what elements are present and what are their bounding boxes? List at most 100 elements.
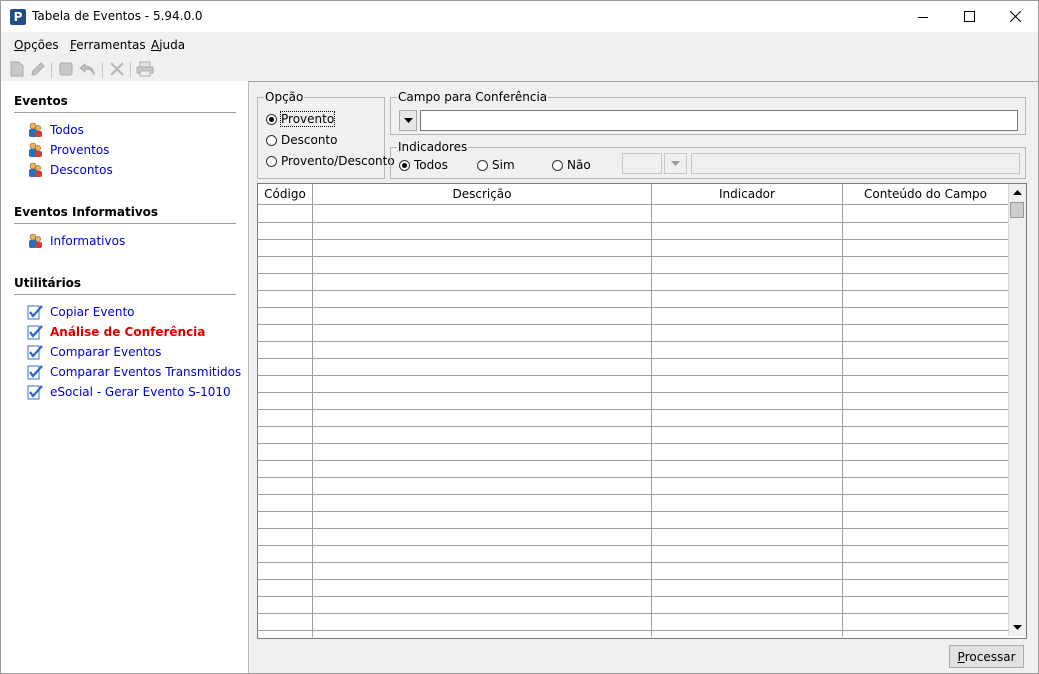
events-grid[interactable]: Código Descrição Indicador Conteúdo do C…: [257, 183, 1027, 639]
nav-link-copiar-evento[interactable]: Copiar Evento: [27, 303, 135, 321]
section-divider: [14, 223, 236, 224]
people-icon: [29, 233, 42, 248]
nav-link-label: Copiar Evento: [50, 305, 135, 319]
chevron-up-icon: [1013, 190, 1022, 195]
nav-link-analise-conferencia[interactable]: Análise de Conferência: [27, 323, 205, 341]
grid-vertical-scrollbar[interactable]: [1008, 184, 1026, 636]
radio-todos[interactable]: Todos: [399, 158, 448, 172]
indicador-description-field: [691, 153, 1020, 174]
radio-label: Sim: [492, 158, 515, 172]
menu-ajuda-label: juda: [159, 38, 186, 52]
toolbar-separator: [51, 62, 52, 78]
grid-header: Código Descrição Indicador Conteúdo do C…: [258, 184, 1008, 205]
chevron-down-icon: [403, 118, 413, 123]
scroll-up-button[interactable]: [1009, 184, 1026, 201]
nav-link-todos[interactable]: Todos: [27, 121, 84, 139]
section-divider: [14, 294, 236, 295]
chevron-down-icon: [1013, 625, 1022, 630]
nav-link-comparar-eventos-transmitidos[interactable]: Comparar Eventos Transmitidos: [27, 363, 241, 381]
people-icon: [29, 122, 42, 137]
radio-label: Provento: [279, 111, 336, 127]
undo-button[interactable]: [79, 60, 97, 78]
title-bar: P Tabela de Eventos - 5.94.0.0: [1, 1, 1038, 32]
radio-indicator: [266, 134, 277, 146]
section-divider: [14, 112, 236, 113]
nav-link-label: Todos: [50, 123, 84, 137]
radio-indicator: [399, 159, 410, 171]
delete-button[interactable]: [108, 60, 126, 78]
section-title-eventos-informativos: Eventos Informativos: [14, 205, 159, 219]
edit-icon: [31, 62, 45, 76]
radio-label: Desconto: [281, 133, 338, 147]
indicadores-legend: Indicadores: [397, 140, 469, 154]
menu-ferramentas-label: erramentas: [76, 38, 146, 52]
indicador-combo[interactable]: [622, 153, 662, 174]
section-title-utilitarios: Utilitários: [14, 276, 82, 290]
checklist-icon: [27, 365, 43, 380]
column-header-indicador[interactable]: Indicador: [652, 184, 843, 204]
scroll-down-button[interactable]: [1009, 619, 1026, 636]
menu-ferramentas[interactable]: Ferramentas: [70, 38, 146, 52]
people-icon: [29, 142, 42, 157]
print-button[interactable]: [136, 60, 154, 78]
left-nav-panel: Eventos Todos Proventos Descontos Evento…: [1, 81, 249, 673]
app-window: P Tabela de Eventos - 5.94.0.0 Opções Fe…: [0, 0, 1039, 674]
nav-link-label: Comparar Eventos: [50, 345, 162, 359]
maximize-button[interactable]: [946, 1, 992, 32]
nav-link-label: Análise de Conferência: [50, 325, 206, 339]
menu-bar: Opções Ferramentas Ajuda: [1, 32, 1038, 57]
new-button[interactable]: [8, 60, 26, 78]
nav-link-esocial-s1010[interactable]: eSocial - Gerar Evento S-1010: [27, 383, 231, 401]
column-header-descricao[interactable]: Descrição: [313, 184, 652, 204]
opcao-group: Opção Provento Desconto Provento/Descont…: [257, 90, 395, 179]
menu-opcoes-label: pções: [23, 38, 59, 52]
nav-link-comparar-eventos[interactable]: Comparar Eventos: [27, 343, 161, 361]
nav-link-label: Informativos: [50, 234, 126, 248]
print-icon: [136, 61, 154, 77]
campo-input[interactable]: [420, 110, 1018, 131]
campo-dropdown-button[interactable]: [399, 110, 417, 131]
menu-opcoes[interactable]: Opções: [14, 38, 59, 52]
column-header-codigo[interactable]: Código: [258, 184, 313, 204]
checklist-icon: [27, 345, 43, 360]
grid-rows: [258, 205, 1008, 637]
nav-link-descontos[interactable]: Descontos: [27, 161, 113, 179]
radio-nao[interactable]: Não: [552, 158, 591, 172]
radio-indicator: [552, 159, 563, 171]
toolbar-separator: [130, 62, 131, 78]
new-icon: [10, 61, 24, 77]
stop-button[interactable]: [57, 60, 75, 78]
radio-provento[interactable]: Provento: [266, 111, 336, 127]
toolbar: [1, 59, 1038, 81]
processar-button[interactable]: Processar: [949, 645, 1024, 668]
indicador-dropdown-button[interactable]: [664, 153, 687, 174]
radio-sim[interactable]: Sim: [477, 158, 515, 172]
processar-label: rocessar: [964, 649, 1016, 664]
radio-label: Todos: [414, 158, 448, 172]
radio-indicator: [266, 155, 277, 167]
processar-accel: P: [957, 649, 965, 664]
menu-ajuda[interactable]: Ajuda: [151, 38, 185, 52]
radio-label: Não: [567, 158, 591, 172]
radio-indicator: [266, 113, 277, 125]
radio-label: Provento/Desconto: [281, 154, 395, 168]
undo-icon: [79, 62, 95, 76]
scroll-thumb[interactable]: [1010, 202, 1024, 218]
menu-ajuda-accel: A: [151, 38, 160, 52]
nav-link-label: Descontos: [50, 163, 113, 177]
close-button[interactable]: [992, 1, 1038, 32]
section-title-eventos: Eventos: [14, 94, 68, 108]
close-icon: [1009, 11, 1021, 22]
edit-button[interactable]: [29, 60, 47, 78]
nav-link-label: Comparar Eventos Transmitidos: [50, 365, 242, 379]
minimize-button[interactable]: [900, 1, 946, 32]
column-header-conteudo[interactable]: Conteúdo do Campo: [843, 184, 1008, 204]
radio-desconto[interactable]: Desconto: [266, 133, 337, 147]
radio-indicator: [477, 159, 488, 171]
nav-link-informativos[interactable]: Informativos: [27, 232, 125, 250]
chevron-down-icon: [671, 161, 680, 166]
radio-provento-desconto[interactable]: Provento/Desconto: [266, 154, 395, 168]
toolbar-separator: [102, 62, 103, 78]
nav-link-proventos[interactable]: Proventos: [27, 141, 109, 159]
maximize-icon: [963, 11, 975, 22]
